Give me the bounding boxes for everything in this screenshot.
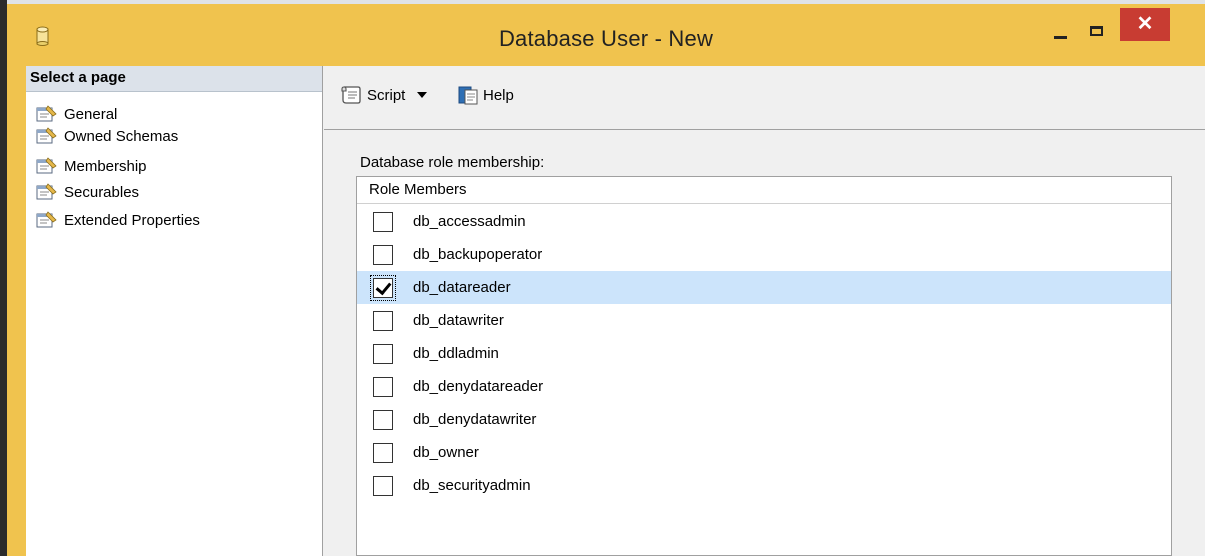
close-icon: ✕	[1136, 13, 1154, 35]
role-row-db_accessadmin[interactable]: db_accessadmin	[357, 205, 1171, 238]
nav-item-general[interactable]: General	[36, 103, 117, 125]
role-checkbox[interactable]	[370, 274, 396, 301]
desktop-left-edge	[0, 0, 7, 556]
help-button[interactable]: Help	[457, 84, 514, 106]
role-row-db_datawriter[interactable]: db_datawriter	[357, 304, 1171, 337]
role-checkbox[interactable]	[373, 211, 393, 232]
role-name: db_datareader	[413, 279, 511, 296]
help-icon	[458, 86, 478, 105]
minimize-button[interactable]	[1054, 36, 1067, 39]
role-row-db_ddladmin[interactable]: db_ddladmin	[357, 337, 1171, 370]
role-name: db_backupoperator	[413, 246, 543, 263]
nav-item-extended-properties[interactable]: Extended Properties	[36, 209, 200, 231]
script-button[interactable]: Script	[339, 84, 428, 106]
role-members-column-header[interactable]: Role Members	[357, 177, 1171, 204]
dialog-client-area: Select a page General Owned Schemas Member…	[26, 66, 1205, 556]
page-properties-icon	[36, 127, 58, 145]
role-name: db_accessadmin	[413, 213, 526, 230]
nav-item-label: Securables	[64, 183, 140, 201]
role-name: db_ddladmin	[413, 345, 499, 362]
role-checkbox[interactable]	[373, 475, 393, 496]
nav-item-label: Owned Schemas	[64, 127, 179, 145]
role-checkbox[interactable]	[373, 409, 393, 430]
role-members-grid[interactable]: Role Members db_accessadmin db_backupoper…	[356, 176, 1172, 556]
nav-item-securables[interactable]: Securables	[36, 181, 139, 203]
nav-item-label: General	[64, 105, 118, 123]
role-row-db_securityadmin[interactable]: db_securityadmin	[357, 469, 1171, 502]
page-properties-icon	[36, 211, 58, 229]
page-properties-icon	[36, 105, 58, 123]
role-checkbox[interactable]	[373, 244, 393, 265]
database-user-dialog: Database User - New ✕ Select a page Gene…	[7, 4, 1205, 556]
role-checkbox[interactable]	[373, 442, 393, 463]
role-row-db_denydatareader[interactable]: db_denydatareader	[357, 370, 1171, 403]
script-icon	[341, 86, 361, 104]
select-page-pane: Select a page General Owned Schemas Member…	[26, 66, 323, 556]
role-checkbox[interactable]	[373, 310, 393, 331]
select-page-header: Select a page	[26, 66, 322, 92]
page-properties-icon	[36, 157, 58, 175]
role-name: db_datawriter	[413, 312, 504, 329]
role-membership-label: Database role membership:	[360, 154, 545, 171]
nav-item-membership[interactable]: Membership	[36, 155, 147, 177]
toolbar: Script Help	[324, 66, 1205, 130]
role-name: db_owner	[413, 444, 479, 461]
role-row-db_owner[interactable]: db_owner	[357, 436, 1171, 469]
title-bar[interactable]: Database User - New ✕	[7, 4, 1205, 62]
window-title: Database User - New	[498, 26, 714, 51]
role-name: db_securityadmin	[413, 477, 531, 494]
close-button[interactable]: ✕	[1120, 8, 1170, 41]
nav-item-label: Membership	[64, 157, 147, 175]
script-label: Script	[367, 86, 406, 104]
help-label: Help	[483, 86, 514, 104]
role-row-db_backupoperator[interactable]: db_backupoperator	[357, 238, 1171, 271]
role-row-db_datareader[interactable]: db_datareader	[357, 271, 1171, 304]
nav-item-owned-schemas[interactable]: Owned Schemas	[36, 125, 178, 147]
script-dropdown-arrow-icon[interactable]	[417, 92, 428, 98]
role-checkbox[interactable]	[373, 343, 393, 364]
nav-item-label: Extended Properties	[64, 211, 200, 229]
maximize-button[interactable]	[1090, 26, 1103, 36]
role-row-db_denydatawriter[interactable]: db_denydatawriter	[357, 403, 1171, 436]
role-name: db_denydatareader	[413, 378, 544, 395]
role-checkbox[interactable]	[373, 376, 393, 397]
page-properties-icon	[36, 183, 58, 201]
role-name: db_denydatawriter	[413, 411, 537, 428]
